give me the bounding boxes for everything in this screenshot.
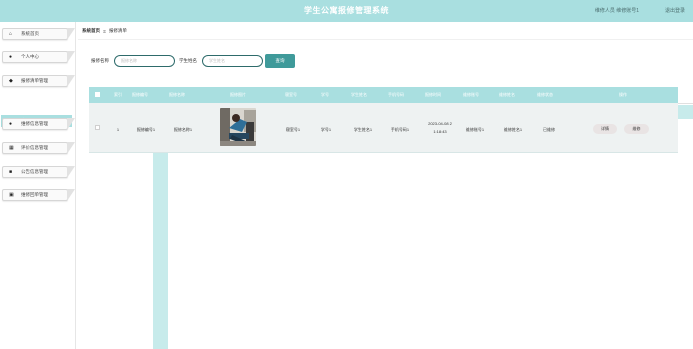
cell-index: 1 <box>116 127 120 132</box>
top-bar: 学生公寓报修管理系统 维修人员 维修账号1 退出登录 <box>0 0 693 22</box>
student-name-input[interactable]: 学生姓名 <box>202 55 263 67</box>
sidebar-item-repair-receipt[interactable]: ▣ 维修回单管理 <box>2 189 75 201</box>
home-icon: ⌂ <box>9 31 13 37</box>
table-row: 1 报修编号1 报修名称1 寝室号1 学号1 学生姓名1 手机号码1 维修账号1… <box>89 103 678 153</box>
sidebar-item-profile[interactable]: ● 个人中心 <box>2 51 75 63</box>
sidebar-item-notice[interactable]: ■ 公告信息管理 <box>2 166 75 178</box>
sidebar-item-label: 公告信息管理 <box>21 169 48 174</box>
column-header-student-name: 学生姓名 <box>351 92 367 97</box>
breadcrumb-current: 报修清单 <box>108 28 127 33</box>
cell-repair-name: 维修姓名1 <box>503 127 523 132</box>
sidebar-item-evaluation[interactable]: ▦ 评价信息管理 <box>2 142 75 154</box>
user-icon: ● <box>9 54 13 60</box>
sidebar-item-label: 个人中心 <box>21 54 39 59</box>
cell-time-clock: 1:18:43 <box>433 129 447 134</box>
sidebar: ⌂ 系统首页 ● 个人中心 ◆ 报修清单管理 报修清单 ● 维修信息管理 ▦ 评… <box>0 22 76 349</box>
column-header-number: 报修编号 <box>132 92 148 97</box>
row-checkbox[interactable] <box>95 125 100 130</box>
sidebar-item-label: 报修清单管理 <box>21 78 48 83</box>
breadcrumb-home[interactable]: 系统首页 <box>82 28 100 34</box>
cell-repair-account: 维修账号1 <box>465 127 485 132</box>
doc-icon: ▣ <box>9 192 14 198</box>
column-header-actions: 操作 <box>619 92 627 97</box>
cell-name: 报修名称1 <box>173 127 193 132</box>
repair-name-label: 报修名称 <box>91 58 109 63</box>
column-header-repair-account: 维修账号 <box>463 92 479 97</box>
repair-image[interactable] <box>220 108 256 146</box>
grid-icon: ▦ <box>9 145 14 151</box>
sidebar-item-label: 系统首页 <box>21 31 39 36</box>
cell-time-date: 2023-04-08 2 <box>428 121 452 126</box>
app-title: 学生公寓报修管理系统 <box>304 6 389 15</box>
column-header-index: 索引 <box>114 92 122 97</box>
sidebar-item-label: 维修信息管理 <box>21 121 48 126</box>
sidebar-item-repair-list[interactable]: ◆ 报修清单管理 <box>2 75 75 87</box>
location-icon: ◆ <box>9 78 13 84</box>
column-header-room: 寝室号 <box>285 92 297 97</box>
divider <box>78 39 693 40</box>
breadcrumb-separator: Ξ <box>103 28 106 34</box>
cell-status: 已维修 <box>543 127 555 132</box>
table-header: 索引 报修编号 报修名称 报修图片 寝室号 学号 学生姓名 手机号码 报修时间 … <box>89 87 678 103</box>
logout-link[interactable]: 退出登录 <box>665 7 685 14</box>
breadcrumb: 系统首页 Ξ 报修清单 <box>82 28 127 34</box>
column-header-name: 报修名称 <box>169 92 185 97</box>
cell-room: 寝室号1 <box>285 127 301 132</box>
bookmark-icon: ■ <box>9 169 13 175</box>
panel-left <box>78 153 153 349</box>
column-header-repair-name: 维修姓名 <box>499 92 515 97</box>
sidebar-item-repair-info[interactable]: ● 维修信息管理 <box>2 118 75 130</box>
cell-time: 2023-04-08 2 1:18:43 <box>420 120 460 136</box>
column-header-time: 报修时间 <box>425 92 441 97</box>
sidebar-item-label: 维修回单管理 <box>21 192 48 197</box>
repair-name-input[interactable]: 报修名称 <box>114 55 175 67</box>
repair-button[interactable]: 维修 <box>624 124 649 134</box>
cell-student-no: 学号1 <box>320 127 332 132</box>
column-header-status: 维修状态 <box>537 92 553 97</box>
select-all-checkbox[interactable] <box>95 92 100 97</box>
student-name-label: 学生姓名 <box>179 58 197 63</box>
sidebar-item-label: 评价信息管理 <box>21 145 48 150</box>
user-icon: ● <box>9 121 13 127</box>
column-header-student-no: 学号 <box>321 92 329 97</box>
user-info: 维修人员 维修账号1 <box>594 8 639 14</box>
cell-phone: 手机号码1 <box>390 127 410 132</box>
sidebar-item-home[interactable]: ⌂ 系统首页 <box>2 28 75 40</box>
divider <box>678 103 693 104</box>
column-header-phone: 手机号码 <box>388 92 404 97</box>
repair-photo-illustration <box>220 108 256 146</box>
cell-number: 报修编号1 <box>136 127 156 132</box>
column-header-image: 报修图片 <box>230 92 246 97</box>
search-button[interactable]: 查询 <box>265 54 295 68</box>
detail-button[interactable]: 详情 <box>593 124 617 134</box>
cell-student-name: 学生姓名1 <box>353 127 373 132</box>
